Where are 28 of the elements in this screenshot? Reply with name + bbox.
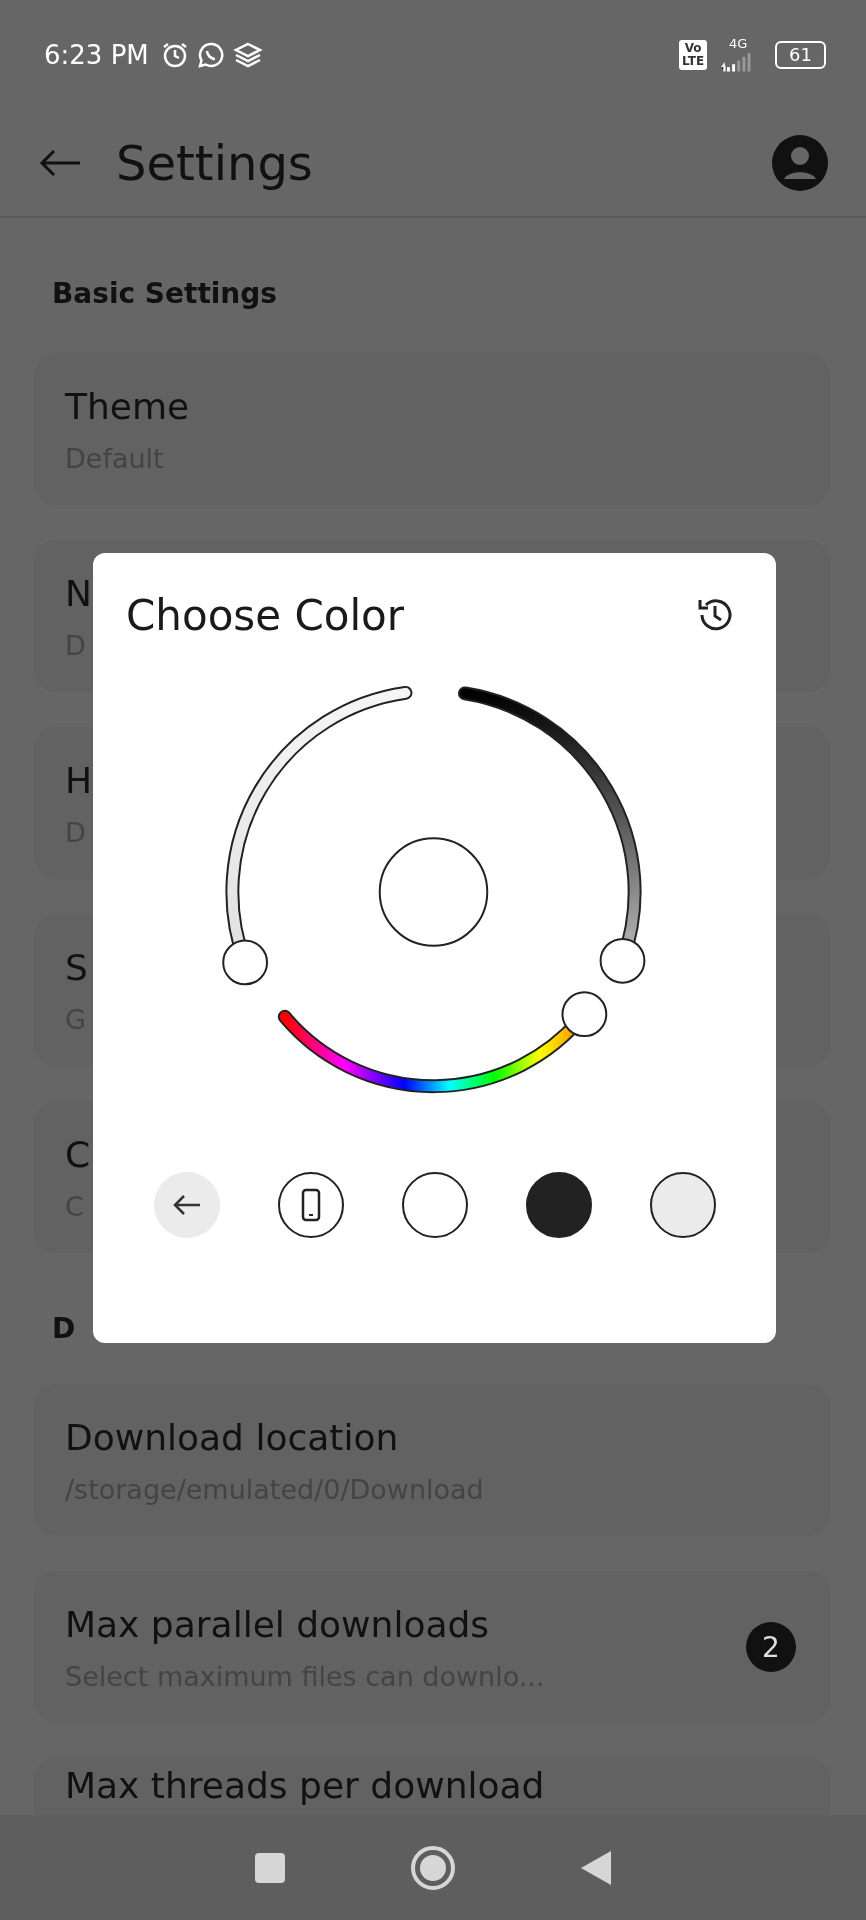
profile-avatar-icon[interactable]: [772, 135, 828, 191]
settings-item[interactable]: Max threads per download: [34, 1758, 830, 1815]
item-title: H: [65, 758, 93, 803]
item-title: N: [65, 571, 92, 616]
back-icon[interactable]: [579, 1848, 613, 1887]
item-title: S: [65, 945, 88, 990]
home-icon[interactable]: [410, 1844, 456, 1891]
clock: 6:23 PM: [44, 40, 149, 70]
item-title: Max threads per download: [65, 1764, 545, 1808]
color-wheel-drawing[interactable]: [222, 685, 646, 1094]
page-title: Settings: [116, 135, 313, 191]
item-title: Theme: [65, 384, 190, 429]
battery-indicator: 61: [775, 41, 826, 69]
dialog-title: Choose Color: [126, 590, 405, 640]
count-badge: 2: [746, 1622, 796, 1672]
back-arrow-icon[interactable]: [38, 148, 82, 178]
arrow-left-icon: [172, 1193, 202, 1217]
phone-icon: [301, 1188, 321, 1222]
chat-bubble-icon: [196, 41, 225, 69]
recents-icon[interactable]: [253, 1850, 287, 1885]
layers-icon: [232, 41, 263, 69]
volte-badge: Vo LTE: [679, 40, 708, 70]
section-header: D: [51, 1311, 77, 1347]
item-title: C: [65, 1132, 91, 1177]
item-title: Download location: [65, 1415, 399, 1460]
item-title: Max parallel downloads: [65, 1602, 490, 1647]
section-header: Basic Settings: [51, 276, 278, 312]
network-type: 4G: [728, 37, 748, 51]
